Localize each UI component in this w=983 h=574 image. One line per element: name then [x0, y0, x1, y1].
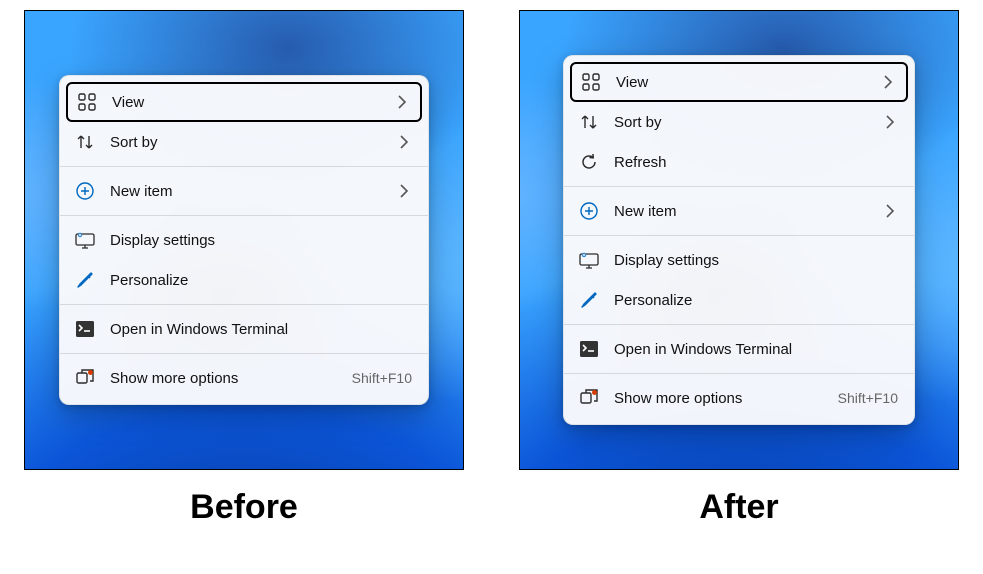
sort-arrows-icon [578, 111, 600, 133]
chevron-right-icon [880, 75, 896, 89]
chevron-right-icon [396, 135, 412, 149]
display-settings-icon [578, 249, 600, 271]
menu-item-personalize[interactable]: Personalize [66, 260, 422, 300]
menu-item-terminal[interactable]: Open in Windows Terminal [570, 329, 908, 369]
menu-label: Personalize [614, 292, 898, 309]
chevron-right-icon [882, 115, 898, 129]
menu-shortcut: Shift+F10 [352, 370, 412, 386]
menu-item-display-settings[interactable]: Display settings [66, 220, 422, 260]
chevron-right-icon [882, 204, 898, 218]
after-wallpaper: View Sort by [519, 10, 959, 470]
after-context-menu: View Sort by [563, 55, 915, 425]
menu-shortcut: Shift+F10 [838, 390, 898, 406]
chevron-right-icon [394, 95, 410, 109]
refresh-icon [578, 151, 600, 173]
menu-label: Sort by [110, 134, 396, 151]
paintbrush-icon [74, 269, 96, 291]
show-more-icon [74, 367, 96, 389]
menu-item-display-settings[interactable]: Display settings [570, 240, 908, 280]
menu-separator [60, 353, 428, 354]
terminal-icon [74, 318, 96, 340]
view-grid-icon [76, 91, 98, 113]
menu-item-sort-by[interactable]: Sort by [66, 122, 422, 162]
after-panel: View Sort by [519, 10, 959, 527]
menu-separator [564, 373, 914, 374]
menu-label: Show more options [110, 370, 352, 387]
menu-separator [564, 235, 914, 236]
menu-label: Open in Windows Terminal [110, 321, 412, 338]
menu-item-refresh[interactable]: Refresh [570, 142, 908, 182]
menu-item-view[interactable]: View [66, 82, 422, 122]
view-grid-icon [580, 71, 602, 93]
menu-item-personalize[interactable]: Personalize [570, 280, 908, 320]
before-context-menu: View Sort by [59, 75, 429, 405]
menu-separator [60, 304, 428, 305]
terminal-icon [578, 338, 600, 360]
plus-circle-icon [74, 180, 96, 202]
menu-separator [564, 186, 914, 187]
sort-arrows-icon [74, 131, 96, 153]
plus-circle-icon [578, 200, 600, 222]
menu-label: View [616, 74, 880, 91]
show-more-icon [578, 387, 600, 409]
before-panel: View Sort by [24, 10, 464, 527]
menu-label: New item [614, 203, 882, 220]
menu-separator [564, 324, 914, 325]
menu-label: View [112, 94, 394, 111]
watermark-text: 系统之家 [907, 542, 975, 566]
menu-item-sort-by[interactable]: Sort by [570, 102, 908, 142]
menu-label: Display settings [614, 252, 898, 269]
menu-separator [60, 215, 428, 216]
menu-label: New item [110, 183, 396, 200]
menu-item-show-more[interactable]: Show more options Shift+F10 [66, 358, 422, 398]
menu-label: Personalize [110, 272, 412, 289]
menu-label: Sort by [614, 114, 882, 131]
menu-separator [60, 166, 428, 167]
menu-label: Show more options [614, 390, 838, 407]
menu-item-show-more[interactable]: Show more options Shift+F10 [570, 378, 908, 418]
chevron-right-icon [396, 184, 412, 198]
after-caption: After [699, 488, 778, 527]
menu-item-view[interactable]: View [570, 62, 908, 102]
display-settings-icon [74, 229, 96, 251]
menu-item-terminal[interactable]: Open in Windows Terminal [66, 309, 422, 349]
watermark: 系统之家 [867, 540, 975, 568]
menu-label: Display settings [110, 232, 412, 249]
menu-item-new[interactable]: New item [570, 191, 908, 231]
before-wallpaper: View Sort by [24, 10, 464, 470]
before-caption: Before [190, 488, 298, 527]
paintbrush-icon [578, 289, 600, 311]
menu-label: Refresh [614, 154, 898, 171]
menu-label: Open in Windows Terminal [614, 341, 898, 358]
menu-item-new[interactable]: New item [66, 171, 422, 211]
